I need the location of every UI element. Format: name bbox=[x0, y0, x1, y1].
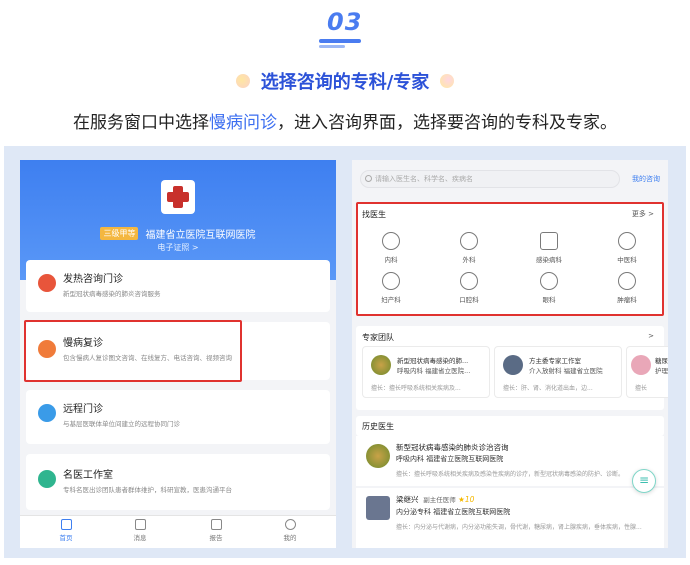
bottom-tab-bar: 首页 消息 报告 我的 bbox=[20, 515, 336, 548]
step-badge: 03 bbox=[317, 8, 373, 48]
hospital-title-row: 三级甲等 福建省立医院互联网医院 bbox=[20, 223, 336, 242]
service-title: 发热咨询门诊 bbox=[63, 274, 123, 285]
instruction-text: 在服务窗口中选择慢病问诊，进入咨询界面，选择要咨询的专科及专家。 bbox=[0, 108, 690, 133]
service-title: 名医工作室 bbox=[63, 470, 113, 481]
team-good-at: 擅长：擅长呼吸系统相关疾病及... bbox=[371, 385, 461, 392]
right-phone-screen: 请输入医生名、科学名、疾病名 我的咨询 找医生 更多 > 内科 外科 感染病科 … bbox=[352, 160, 668, 548]
star-icon: ★ bbox=[458, 495, 465, 504]
team-name: 新型冠状病毒感染的肺... bbox=[397, 357, 469, 365]
doctor-icon bbox=[38, 470, 56, 488]
highlight-box bbox=[24, 320, 242, 382]
search-icon bbox=[365, 175, 372, 182]
virus-avatar-icon bbox=[371, 355, 391, 375]
heading-text: 选择咨询的专科/专家 bbox=[260, 72, 430, 93]
service-famous-doctor-studio[interactable]: 名医工作室 专科名医出诊团队患者群体维护，科研宣教，医患沟通平台 bbox=[26, 454, 330, 510]
doctor-hospital: 呼吸内科 福建省立医院互联网医院 bbox=[396, 455, 504, 463]
team-card[interactable]: 糖尿病 护理 擅长 bbox=[626, 346, 668, 398]
service-desc: 新型冠状病毒感染的肺炎咨询服务 bbox=[63, 290, 161, 298]
instruction-before: 在服务窗口中选择 bbox=[73, 113, 209, 133]
panel-title: 专家团队 bbox=[362, 333, 394, 342]
team-good-at: 擅长 bbox=[635, 385, 648, 392]
report-icon bbox=[210, 519, 222, 530]
step-underline bbox=[319, 39, 361, 43]
doctor-score: 10 bbox=[464, 495, 475, 504]
team-hospital: 呼吸内科 福建省立医院... bbox=[397, 367, 471, 375]
history-doctor-row[interactable]: 梁继兴 副主任医师 ★10 内分泌专科 福建省立医院互联网医院 擅长：内分泌与代… bbox=[356, 488, 664, 548]
panel-title: 历史医生 bbox=[362, 422, 394, 431]
doctor-avatar bbox=[366, 496, 390, 520]
service-fever-clinic[interactable]: 发热咨询门诊 新型冠状病毒感染的肺炎咨询服务 bbox=[26, 260, 330, 312]
tab-label: 报告 bbox=[209, 534, 223, 542]
team-name: 糖尿病 bbox=[655, 357, 668, 365]
team-good-at: 擅长：肝、肾、消化道出血，边... bbox=[503, 385, 593, 392]
my-consult-link[interactable]: 我的咨询 bbox=[632, 174, 660, 184]
doctor-name: 梁继兴 bbox=[396, 495, 419, 504]
doctor-good-at: 擅长：擅长呼吸系统相关疾病及感染性疾病的诊疗，新型冠状病毒感染的防护、诊断。 bbox=[396, 471, 625, 478]
tab-messages[interactable]: 消息 bbox=[120, 519, 160, 542]
team-card[interactable]: 新型冠状病毒感染的肺... 呼吸内科 福建省立医院... 擅长：擅长呼吸系统相关… bbox=[362, 346, 490, 398]
monitor-icon bbox=[38, 404, 56, 422]
section-heading: 选择咨询的专科/专家 bbox=[0, 68, 690, 94]
team-hospital: 护理 bbox=[655, 367, 668, 375]
hospital-logo-icon bbox=[161, 180, 195, 214]
service-remote-clinic[interactable]: 远程门诊 与基层医联体单位间建立的远程协同门诊 bbox=[26, 390, 330, 444]
menu-fab-button[interactable]: ≡ bbox=[632, 469, 656, 493]
highlight-box bbox=[356, 202, 664, 316]
service-desc: 专科名医出诊团队患者群体维护，科研宣教，医患沟通平台 bbox=[63, 486, 232, 494]
tab-label: 消息 bbox=[133, 534, 147, 542]
service-title: 远程门诊 bbox=[63, 404, 103, 415]
history-doctor-row[interactable]: 新型冠状病毒感染的肺炎诊治咨询 呼吸内科 福建省立医院互联网医院 擅长：擅长呼吸… bbox=[356, 436, 664, 486]
team-card[interactable]: 方主委专家工作室 介入放射科 福建省立医院 擅长：肝、肾、消化道出血，边... bbox=[494, 346, 622, 398]
home-icon bbox=[60, 519, 72, 530]
team-name: 方主委专家工作室 bbox=[529, 357, 581, 365]
message-icon bbox=[134, 519, 146, 530]
service-desc: 与基层医联体单位间建立的远程协同门诊 bbox=[63, 420, 180, 428]
team-hospital: 介入放射科 福建省立医院 bbox=[529, 367, 603, 375]
tab-mine[interactable]: 我的 bbox=[270, 519, 310, 542]
e-license-link[interactable]: 电子证照 > bbox=[20, 242, 336, 253]
search-input[interactable]: 请输入医生名、科学名、疾病名 bbox=[360, 170, 620, 188]
nurse-avatar bbox=[631, 355, 651, 375]
doctor-avatar bbox=[503, 355, 523, 375]
tab-home[interactable]: 首页 bbox=[46, 519, 86, 542]
doctor-name: 新型冠状病毒感染的肺炎诊治咨询 bbox=[396, 443, 509, 452]
tab-reports[interactable]: 报告 bbox=[196, 519, 236, 542]
history-header: 历史医生 bbox=[356, 416, 664, 436]
search-placeholder: 请输入医生名、科学名、疾病名 bbox=[375, 175, 473, 183]
virus-avatar-icon bbox=[366, 444, 390, 468]
step-number: 03 bbox=[327, 8, 363, 36]
hospital-grade-badge: 三级甲等 bbox=[100, 227, 139, 240]
step-underline-short bbox=[319, 45, 345, 48]
hospital-name: 福建省立医院互联网医院 bbox=[145, 230, 256, 241]
chevron-right-icon[interactable]: > bbox=[648, 332, 654, 340]
tab-label: 首页 bbox=[59, 534, 73, 542]
decor-dot-icon bbox=[440, 74, 455, 88]
doctor-title: 副主任医师 bbox=[423, 496, 456, 504]
tab-label: 我的 bbox=[283, 534, 297, 542]
user-icon bbox=[284, 519, 296, 530]
decor-dot-icon bbox=[235, 74, 250, 88]
lungs-icon bbox=[38, 274, 56, 292]
instruction-after: ，进入咨询界面，选择要咨询的专科及专家。 bbox=[277, 113, 617, 133]
doctor-hospital: 内分泌专科 福建省立医院互联网医院 bbox=[396, 508, 511, 516]
left-phone-screen: 三级甲等 福建省立医院互联网医院 电子证照 > 发热咨询门诊 新型冠状病毒感染的… bbox=[20, 160, 336, 548]
instruction-highlight: 慢病问诊 bbox=[209, 113, 277, 133]
doctor-good-at: 擅长：内分泌与代谢病，内分泌功能失调，骨代谢，糖尿病，肾上腺疾病，垂体疾病，性腺… bbox=[396, 524, 642, 531]
